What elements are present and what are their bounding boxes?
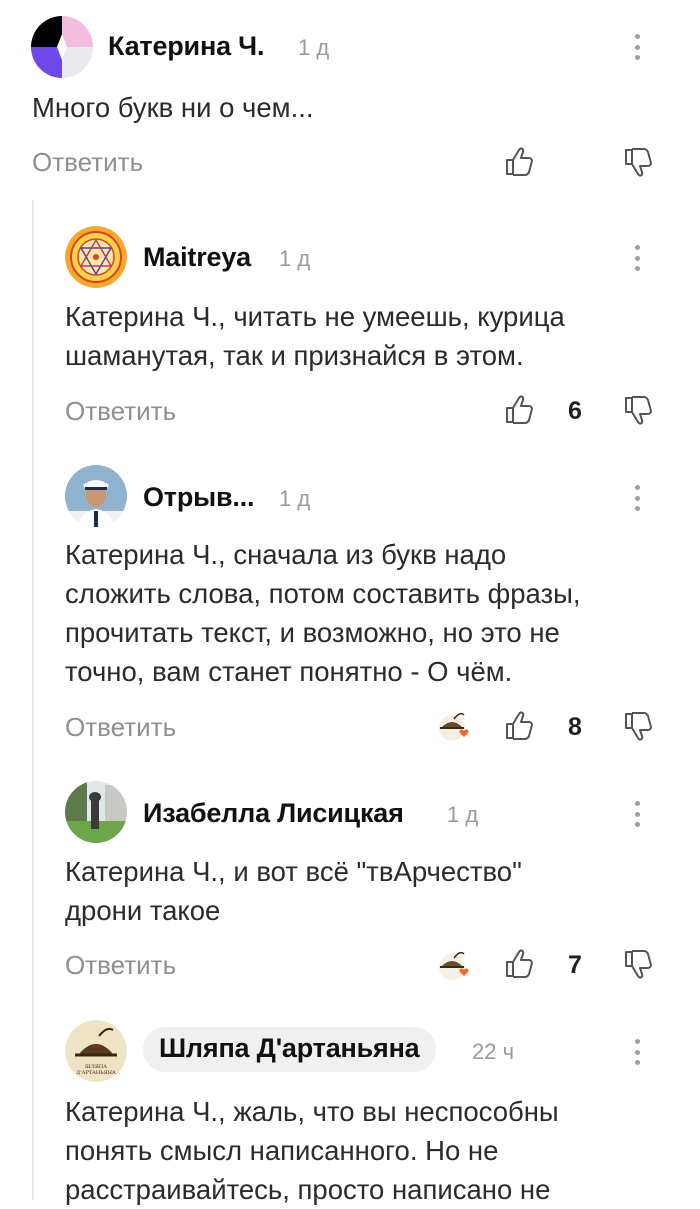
reply-button[interactable]: Ответить xyxy=(32,147,143,178)
geometric-avatar[interactable] xyxy=(31,16,93,78)
author-name[interactable]: Шляпа Д'артаньяна xyxy=(143,1027,436,1072)
reply-button[interactable]: Ответить xyxy=(65,396,176,427)
more-options-icon[interactable] xyxy=(627,30,647,64)
comment: Maitreya 1 д Катерина Ч., читать не умее… xyxy=(0,200,700,450)
reply-button[interactable]: Ответить xyxy=(65,712,176,743)
like-icon[interactable] xyxy=(503,394,535,426)
more-options-icon[interactable] xyxy=(627,241,647,275)
comment-text: Катерина Ч., сначала из букв надо сложит… xyxy=(65,539,581,687)
author-name[interactable]: Maitreya xyxy=(143,242,251,273)
dislike-icon[interactable] xyxy=(622,394,654,426)
more-options-icon[interactable] xyxy=(627,797,647,831)
comment-time: 22 ч xyxy=(472,1039,515,1064)
hat-logo-avatar[interactable]: ШЛЯПА Д'АРТАНЬЯНА xyxy=(65,1020,127,1082)
comment-time: 1 д xyxy=(279,246,311,271)
avatar-logo-text: ШЛЯПА Д'АРТАНЬЯНА xyxy=(76,1064,116,1076)
like-icon[interactable] xyxy=(503,146,535,178)
more-options-icon[interactable] xyxy=(627,481,647,515)
dislike-icon[interactable] xyxy=(622,710,654,742)
author-name[interactable]: Отрыв... xyxy=(143,482,254,513)
comment-time: 1 д xyxy=(447,802,479,827)
comment-text: Катерина Ч., читать не умеешь, курица ша… xyxy=(65,301,565,371)
dislike-icon[interactable] xyxy=(622,146,654,178)
reply-button[interactable]: Ответить xyxy=(65,950,176,981)
officer-photo-avatar[interactable] xyxy=(65,465,127,527)
author-name[interactable]: Катерина Ч. xyxy=(108,31,264,62)
like-icon[interactable] xyxy=(503,948,535,980)
comment-text: Катерина Ч., жаль, что вы неспособны пон… xyxy=(65,1096,559,1205)
more-options-icon[interactable] xyxy=(627,1035,647,1069)
comment-time: 1 д xyxy=(298,35,330,60)
like-icon[interactable] xyxy=(503,710,535,742)
author-hat-heart-reaction-icon xyxy=(436,948,472,982)
dislike-icon[interactable] xyxy=(622,948,654,980)
comment-text: Много букв ни о чем... xyxy=(32,92,314,123)
like-count: 7 xyxy=(568,951,582,979)
comment-time: 1 д xyxy=(279,486,311,511)
comment: ШЛЯПА Д'АРТАНЬЯНА Шляпа Д'артаньяна 22 ч… xyxy=(0,1010,700,1205)
mandala-avatar[interactable] xyxy=(65,226,127,288)
like-count: 6 xyxy=(568,397,582,425)
comment-text: Катерина Ч., и вот всё "твАрчество" дрон… xyxy=(65,856,522,926)
like-count: 8 xyxy=(568,713,582,741)
author-name[interactable]: Изабелла Лисицкая xyxy=(143,798,404,829)
comment: Отрыв... 1 д Катерина Ч., сначала из бук… xyxy=(0,450,700,770)
author-hat-heart-reaction-icon xyxy=(436,709,472,743)
comment: Катерина Ч. 1 д Много букв ни о чем... О… xyxy=(0,0,700,200)
comment: Изабелла Лисицкая 1 д Катерина Ч., и вот… xyxy=(0,770,700,1010)
park-photo-avatar[interactable] xyxy=(65,781,127,843)
